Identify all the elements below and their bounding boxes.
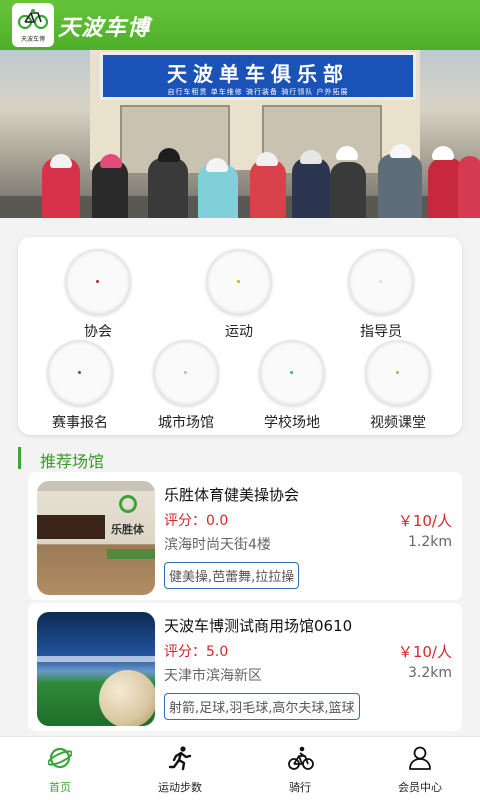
category-school-field[interactable]: 学校场地 — [252, 340, 332, 432]
sport-icon — [206, 249, 272, 315]
school-field-icon — [259, 340, 325, 406]
video-class-icon — [365, 340, 431, 406]
category-video-class[interactable]: 视频课堂 — [358, 340, 438, 432]
venue-rating: 评分：0.0 — [164, 513, 229, 529]
category-sport[interactable]: 运动 — [199, 249, 279, 341]
home-planet-icon — [48, 747, 72, 769]
association-icon — [65, 249, 131, 315]
rider — [148, 158, 188, 218]
category-label: 运动 — [225, 324, 253, 340]
wall-text: 乐胜体 — [111, 523, 144, 536]
rider — [250, 160, 286, 218]
venue-price: ￥10/人 — [397, 512, 452, 530]
top-bar: 天波车博 天波车博 — [0, 0, 480, 50]
club-sign-title: 天波单车俱乐部 — [167, 62, 349, 86]
plants — [107, 549, 155, 559]
tab-member-center[interactable]: 会员中心 — [360, 737, 480, 800]
category-event-signup[interactable]: 赛事报名 — [40, 340, 120, 432]
venue-rating: 评分：5.0 — [164, 644, 229, 660]
helmet — [432, 146, 454, 160]
venue-tags: 射箭,足球,羽毛球,高尔夫球,篮球 — [164, 693, 360, 720]
tab-label: 运动步数 — [158, 781, 202, 794]
club-sign-subtitle: 自行车租赁 单车维修 骑行装备 骑行领队 户外拓展 — [167, 88, 349, 96]
running-icon — [168, 746, 192, 771]
helmet — [50, 154, 72, 168]
bottom-tab-bar: 首页 运动步数 骑行 会员中心 — [0, 736, 480, 800]
venue-name: 天波车博测试商用场馆0610 — [164, 617, 353, 635]
user-icon — [409, 746, 431, 770]
category-label: 协会 — [84, 324, 112, 340]
tab-label: 骑行 — [289, 781, 311, 794]
rider — [330, 162, 366, 218]
tab-label: 首页 — [49, 781, 71, 794]
venue-distance: 3.2km — [407, 665, 452, 681]
tab-steps[interactable]: 运动步数 — [120, 737, 240, 800]
stadium-lights — [37, 656, 155, 662]
app-logo: 天波车博 — [12, 3, 54, 47]
tab-label: 会员中心 — [398, 781, 442, 794]
ceiling — [37, 481, 155, 491]
wall-logo — [119, 495, 137, 513]
city-venue-icon — [153, 340, 219, 406]
category-label: 视频课堂 — [370, 415, 426, 431]
banner-image[interactable]: 天波单车俱乐部 自行车租赁 单车维修 骑行装备 骑行领队 户外拓展 — [0, 50, 480, 218]
wall-banner — [37, 515, 105, 539]
venue-address: 滨海时尚天街4楼 — [164, 537, 271, 553]
section-accent-bar — [18, 447, 21, 469]
venue-distance: 1.2km — [407, 534, 452, 550]
rider — [292, 158, 330, 218]
event-signup-icon — [47, 340, 113, 406]
venue-card[interactable]: 乐胜体 乐胜体育健美操协会 评分：0.0 ￥10/人 滨海时尚天街4楼 1.2k… — [28, 472, 462, 600]
venue-tags: 健美操,芭蕾舞,拉拉操 — [164, 562, 300, 589]
app-title: 天波车博 — [58, 16, 151, 41]
venue-thumbnail: 乐胜体 — [37, 481, 155, 595]
category-grid: 协会 运动 指导员 赛事报名 城市场馆 学校场地 视频课堂 — [18, 237, 462, 435]
bicycle-logo-icon — [17, 9, 49, 30]
venue-address: 天津市滨海新区 — [164, 668, 262, 684]
tab-home[interactable]: 首页 — [0, 737, 120, 800]
category-instructor[interactable]: 指导员 — [341, 249, 421, 341]
rider — [92, 160, 128, 218]
cycling-icon — [288, 746, 314, 770]
club-sign: 天波单车俱乐部 自行车租赁 单车维修 骑行装备 骑行领队 户外拓展 — [100, 52, 416, 100]
category-label: 学校场地 — [264, 415, 320, 431]
tab-cycling[interactable]: 骑行 — [240, 737, 360, 800]
category-city-venue[interactable]: 城市场馆 — [146, 340, 226, 432]
venue-price: ￥10/人 — [397, 643, 452, 661]
venue-card[interactable]: 天波车博测试商用场馆0610 评分：5.0 ￥10/人 天津市滨海新区 3.2k… — [28, 603, 462, 731]
rider — [458, 156, 480, 218]
category-label: 指导员 — [360, 324, 402, 340]
instructor-icon — [348, 249, 414, 315]
logo-caption: 天波车博 — [20, 36, 45, 43]
soccer-ball — [99, 670, 155, 726]
venue-thumbnail — [37, 612, 155, 726]
rider — [198, 164, 238, 218]
rider — [378, 154, 422, 218]
category-label: 城市场馆 — [158, 415, 214, 431]
venue-name: 乐胜体育健美操协会 — [164, 486, 300, 504]
section-title: 推荐场馆 — [40, 452, 105, 471]
category-label: 赛事报名 — [52, 415, 108, 431]
category-association[interactable]: 协会 — [58, 249, 138, 341]
